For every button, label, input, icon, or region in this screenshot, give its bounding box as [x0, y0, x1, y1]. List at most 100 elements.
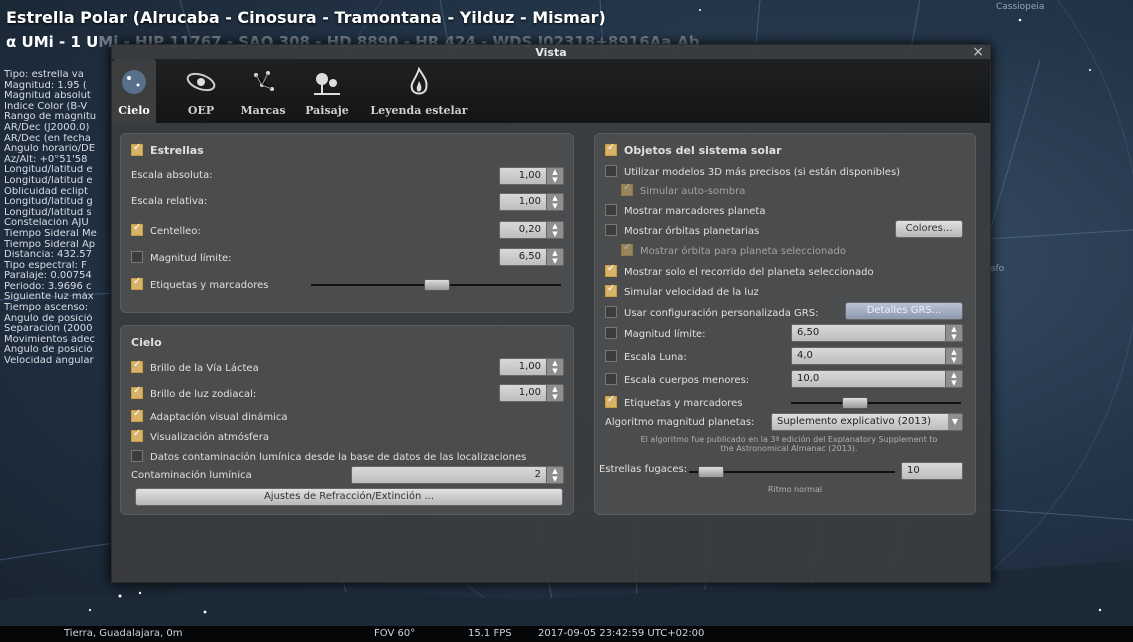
limit-magnitude-checkbox[interactable]	[131, 251, 143, 263]
limit-magnitude-spinbox[interactable]: 6,50 ▲ ▼	[499, 248, 564, 266]
models3d-label: Utilizar modelos 3D más precisos (si est…	[624, 167, 901, 178]
adaptation-label: Adaptación visual dinámica	[150, 412, 288, 423]
minor-scale-row[interactable]: Escala cuerpos menores:	[605, 373, 749, 386]
spin-arrows-icon[interactable]: ▲ ▼	[546, 194, 563, 210]
tab-cielo[interactable]: Cielo	[112, 59, 156, 123]
spin-arrows-icon[interactable]: ▲ ▼	[546, 249, 563, 265]
twinkle-spinbox[interactable]: 0,20 ▲ ▼	[499, 221, 564, 239]
chevron-down-icon[interactable]: ▼	[948, 414, 962, 430]
stars-checkbox[interactable]	[131, 142, 143, 156]
zodiacal-row[interactable]: Brillo de luz zodiacal:	[131, 385, 256, 400]
tab-leyenda-estelar[interactable]: Leyenda estelar	[364, 59, 474, 123]
stars-header: Estrellas	[150, 144, 204, 157]
constellation-label-cassiopeia: Cassiopeia	[996, 2, 1045, 12]
milky-way-spinbox[interactable]: 1,00 ▲ ▼	[499, 358, 564, 376]
spin-arrows-icon[interactable]: ▲ ▼	[546, 359, 563, 375]
shooting-stars-slider[interactable]	[689, 466, 895, 478]
light-speed-label: Simular velocidad de la luz	[624, 287, 759, 298]
zodiacal-spinbox[interactable]: 1,00 ▲ ▼	[499, 384, 564, 402]
selected-path-checkbox[interactable]	[605, 263, 617, 277]
solar-limit-magnitude-row[interactable]: Magnitud límite:	[605, 327, 706, 340]
selected-path-row[interactable]: Mostrar solo el recorrido del planeta se…	[605, 263, 874, 278]
solar-labels-markers-row[interactable]: Etiquetas y marcadores	[605, 394, 743, 409]
pollution-db-row[interactable]: Datos contaminación lumínica desde la ba…	[131, 450, 526, 463]
tab-oep[interactable]: OEP	[176, 59, 226, 123]
algorithm-note: El algoritmo fue publicado en la 3ª edic…	[619, 435, 959, 453]
solar-objects-checkbox[interactable]	[605, 142, 617, 156]
planet-orbits-checkbox[interactable]	[605, 224, 617, 236]
absolute-scale-spinbox[interactable]: 1,00 ▲ ▼	[499, 167, 564, 185]
solar-labels-markers-slider[interactable]	[791, 397, 961, 409]
stars-panel: Estrellas Escala absoluta: 1,00 ▲▼ Escala…	[120, 133, 574, 313]
tab-paisaje[interactable]: Paisaje	[296, 59, 358, 123]
milky-way-checkbox[interactable]	[131, 359, 143, 373]
models3d-row[interactable]: Utilizar modelos 3D más precisos (si est…	[605, 165, 900, 178]
solar-labels-markers-checkbox[interactable]	[605, 394, 617, 408]
planet-orbits-label: Mostrar órbitas planetarias	[624, 226, 760, 237]
grs-details-button[interactable]: Detalles GRS...	[845, 302, 963, 320]
pollution-db-checkbox[interactable]	[131, 450, 143, 462]
grs-checkbox[interactable]	[605, 306, 617, 318]
dialog-titlebar[interactable]: Vista ×	[112, 44, 990, 60]
colors-button[interactable]: Colores...	[895, 220, 963, 238]
solar-header-row[interactable]: Objetos del sistema solar	[605, 142, 782, 157]
labels-markers-checkbox[interactable]	[131, 276, 143, 290]
spin-arrows-icon[interactable]: ▲ ▼	[546, 168, 563, 184]
refraction-button[interactable]: Ajustes de Refracción/Extinción ...	[135, 488, 563, 506]
grs-row[interactable]: Usar configuración personalizada GRS:	[605, 306, 818, 319]
shooting-stars-spinbox[interactable]: 10	[901, 462, 963, 480]
solar-limit-magnitude-spinbox[interactable]: 6,50 ▲ ▼	[791, 324, 963, 342]
adaptation-row[interactable]: Adaptación visual dinámica	[131, 408, 288, 423]
milky-way-label: Brillo de la Vía Láctea	[150, 363, 259, 374]
twinkle-checkbox[interactable]	[131, 222, 143, 236]
spin-arrows-icon[interactable]: ▲ ▼	[945, 371, 962, 387]
minor-scale-spinbox[interactable]: 10,0 ▲ ▼	[791, 370, 963, 388]
selected-orbit-row[interactable]: Mostrar órbita para planeta seleccionado	[621, 242, 846, 257]
moon-scale-row[interactable]: Escala Luna:	[605, 350, 687, 363]
atmosphere-row[interactable]: Visualización atmósfera	[131, 428, 269, 443]
algorithm-select[interactable]: Suplemento explicativo (2013) ▼	[771, 413, 963, 431]
pollution-spinbox[interactable]: 2 ▲ ▼	[351, 466, 564, 484]
planet-orbits-row[interactable]: Mostrar órbitas planetarias	[605, 224, 759, 237]
fire-icon	[410, 66, 428, 95]
atmosphere-checkbox[interactable]	[131, 428, 143, 442]
planet-markers-checkbox[interactable]	[605, 204, 617, 216]
milky-way-row[interactable]: Brillo de la Vía Láctea	[131, 359, 259, 374]
minor-scale-checkbox[interactable]	[605, 373, 617, 385]
algorithm-value: Suplemento explicativo (2013)	[777, 416, 932, 427]
spin-arrows-icon[interactable]: ▲ ▼	[945, 348, 962, 364]
spin-arrows-icon[interactable]: ▲ ▼	[546, 467, 563, 483]
slider-handle[interactable]	[424, 279, 450, 291]
spin-arrows-icon[interactable]: ▲ ▼	[945, 325, 962, 341]
moon-scale-checkbox[interactable]	[605, 350, 617, 362]
selected-orbit-checkbox[interactable]	[621, 242, 633, 256]
spin-arrows-icon[interactable]: ▲ ▼	[546, 385, 563, 401]
dialog-title: Vista	[535, 46, 567, 59]
solar-limit-magnitude-checkbox[interactable]	[605, 327, 617, 339]
close-icon[interactable]: ×	[972, 44, 984, 60]
spin-arrows-icon[interactable]: ▲ ▼	[546, 222, 563, 238]
twinkle-row[interactable]: Centelleo:	[131, 222, 201, 237]
slider-handle[interactable]	[698, 466, 724, 478]
labels-markers-row[interactable]: Etiquetas y marcadores	[131, 276, 269, 291]
stars-checkbox-row[interactable]: Estrellas	[131, 142, 204, 157]
labels-markers-label: Etiquetas y marcadores	[150, 280, 269, 291]
light-speed-row[interactable]: Simular velocidad de la luz	[605, 283, 759, 298]
self-shadow-checkbox[interactable]	[621, 182, 633, 196]
relative-scale-spinbox[interactable]: 1,00 ▲ ▼	[499, 193, 564, 211]
planet-markers-row[interactable]: Mostrar marcadores planeta	[605, 204, 765, 217]
slider-handle[interactable]	[842, 397, 868, 409]
tab-marcas[interactable]: Marcas	[232, 59, 294, 123]
solar-system-panel: Objetos del sistema solar Utilizar model…	[594, 133, 976, 515]
limit-magnitude-row[interactable]: Magnitud límite:	[131, 251, 232, 264]
zodiacal-checkbox[interactable]	[131, 385, 143, 399]
pollution-db-label: Datos contaminación lumínica desde la ba…	[150, 452, 527, 463]
self-shadow-row[interactable]: Simular auto-sombra	[621, 182, 745, 197]
labels-markers-slider[interactable]	[311, 279, 561, 291]
adaptation-checkbox[interactable]	[131, 408, 143, 422]
moon-scale-value: 4,0	[797, 350, 813, 361]
zodiacal-value: 1,00	[518, 387, 541, 398]
moon-scale-spinbox[interactable]: 4,0 ▲ ▼	[791, 347, 963, 365]
light-speed-checkbox[interactable]	[605, 283, 617, 297]
models3d-checkbox[interactable]	[605, 165, 617, 177]
